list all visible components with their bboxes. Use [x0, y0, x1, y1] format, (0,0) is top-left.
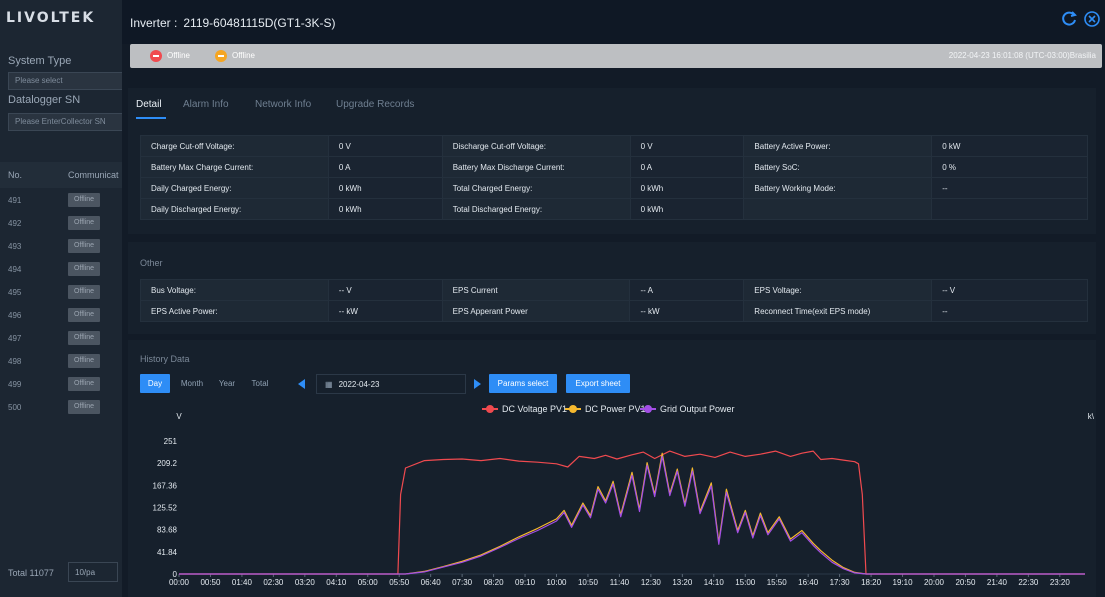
system-type-label: System Type — [8, 55, 72, 67]
y-tick-label: 125.52 — [153, 503, 178, 512]
x-tick-label: 03:20 — [295, 578, 316, 587]
x-tick-label: 14:10 — [704, 578, 725, 587]
y-tick-label: 167.36 — [153, 481, 178, 490]
x-tick-label: 09:10 — [515, 578, 536, 587]
x-tick-label: 00:00 — [169, 578, 190, 587]
device-row[interactable]: 492 Offline — [0, 212, 122, 235]
device-row-status-badge: Offline — [68, 285, 100, 299]
history-chart: Vk\041.8483.68125.52167.36209.225100:00 0… — [153, 412, 1095, 587]
page-size-select[interactable]: 10/pa — [68, 562, 118, 582]
inverter-detail-modal: Inverter :2119-60481115D(GT1-3K-S) Offli… — [122, 0, 1105, 597]
x-tick-label: 00:50 — [200, 578, 221, 587]
y-tick-label: 83.68 — [157, 526, 178, 535]
app-root: LIVOLTEK System Type Please select Datal… — [0, 0, 1105, 597]
device-row-no: 497 — [8, 334, 22, 343]
y-axis-label-right: k\ — [1088, 412, 1095, 421]
device-row-status-badge: Offline — [68, 262, 100, 276]
device-row[interactable]: 491 Offline — [0, 189, 122, 212]
x-tick-label: 23:20 — [1050, 578, 1071, 587]
x-tick-label: 01:40 — [232, 578, 253, 587]
device-row-status-badge: Offline — [68, 216, 100, 230]
device-row-no: 495 — [8, 288, 22, 297]
x-tick-label: 17:30 — [830, 578, 851, 587]
x-tick-label: 08:20 — [484, 578, 505, 587]
device-row-status-badge: Offline — [68, 308, 100, 322]
device-row-status-badge: Offline — [68, 193, 100, 207]
device-row-no: 499 — [8, 380, 22, 389]
device-row-no: 492 — [8, 219, 22, 228]
x-tick-label: 05:50 — [389, 578, 410, 587]
x-tick-label: 07:30 — [452, 578, 473, 587]
device-row-no: 500 — [8, 403, 22, 412]
col-communication: Communicat — [68, 170, 119, 180]
device-row[interactable]: 497 Offline — [0, 327, 122, 350]
datalogger-label: Datalogger SN — [8, 94, 81, 106]
device-row-no: 498 — [8, 357, 22, 366]
col-no: No. — [8, 170, 23, 180]
device-row-status-badge: Offline — [68, 239, 100, 253]
device-row-no: 491 — [8, 196, 22, 205]
x-tick-label: 19:10 — [893, 578, 914, 587]
x-tick-label: 22:30 — [1018, 578, 1039, 587]
x-tick-label: 02:30 — [263, 578, 284, 587]
series-line-2 — [179, 452, 1085, 575]
brand-logo: LIVOLTEK — [6, 10, 96, 26]
x-tick-label: 18:20 — [861, 578, 882, 587]
total-count: Total 11077 — [8, 568, 54, 578]
y-tick-label: 209.2 — [157, 459, 178, 468]
device-row[interactable]: 500 Offline — [0, 396, 122, 419]
device-row-status-badge: Offline — [68, 354, 100, 368]
x-tick-label: 21:40 — [987, 578, 1008, 587]
x-tick-label: 06:40 — [421, 578, 442, 587]
device-row[interactable]: 498 Offline — [0, 350, 122, 373]
x-tick-label: 04:10 — [326, 578, 347, 587]
device-row[interactable]: 495 Offline — [0, 281, 122, 304]
y-axis-label-left: V — [176, 412, 182, 421]
device-row[interactable]: 496 Offline — [0, 304, 122, 327]
x-tick-label: 16:40 — [798, 578, 819, 587]
x-tick-label: 20:00 — [924, 578, 945, 587]
x-tick-label: 15:50 — [767, 578, 788, 587]
x-tick-label: 10:00 — [546, 578, 567, 587]
device-row[interactable]: 493 Offline — [0, 235, 122, 258]
x-tick-label: 12:30 — [641, 578, 662, 587]
x-tick-label: 10:50 — [578, 578, 599, 587]
series-line-1 — [179, 450, 1085, 575]
device-row-no: 494 — [8, 265, 22, 274]
device-row-status-badge: Offline — [68, 377, 100, 391]
device-row-status-badge: Offline — [68, 331, 100, 345]
x-tick-label: 05:00 — [358, 578, 379, 587]
device-row-no: 496 — [8, 311, 22, 320]
x-tick-label: 11:40 — [610, 578, 630, 587]
device-row[interactable]: 499 Offline — [0, 373, 122, 396]
x-tick-label: 13:20 — [672, 578, 693, 587]
device-row-no: 493 — [8, 242, 22, 251]
y-tick-label: 251 — [164, 437, 178, 446]
device-table-header: No. Communicat — [0, 162, 122, 188]
x-tick-label: 20:50 — [955, 578, 976, 587]
device-row[interactable]: 494 Offline — [0, 258, 122, 281]
background-sidebar: LIVOLTEK System Type Please select Datal… — [0, 0, 148, 597]
y-tick-label: 41.84 — [157, 548, 178, 557]
device-row-status-badge: Offline — [68, 400, 100, 414]
x-tick-label: 15:00 — [735, 578, 756, 587]
